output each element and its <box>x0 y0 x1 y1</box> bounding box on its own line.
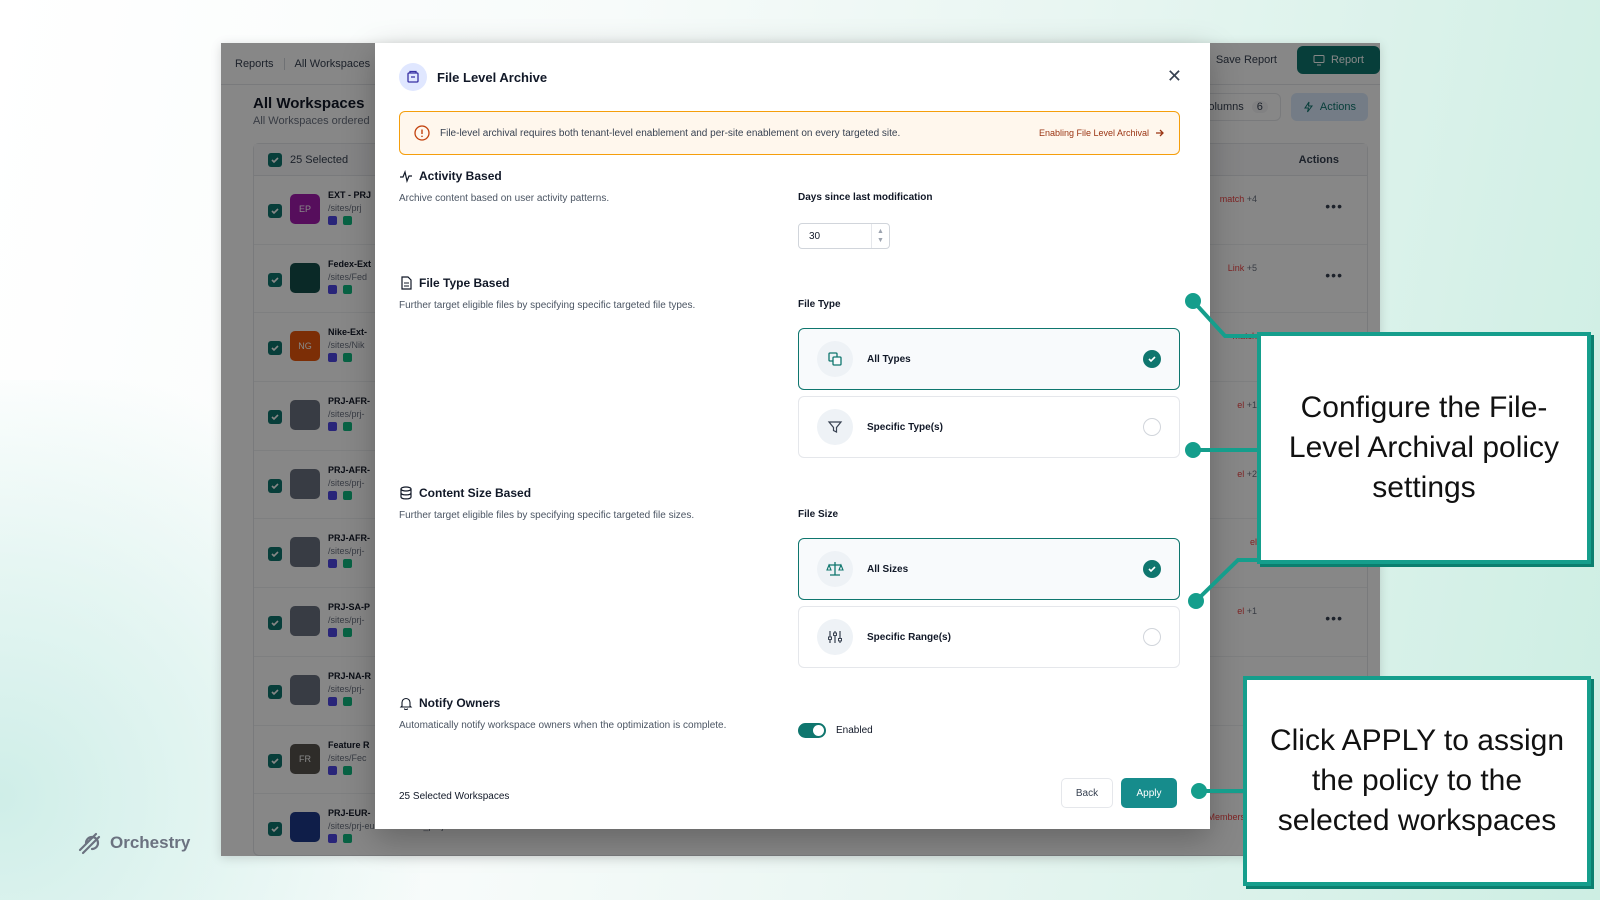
toggle-label: Enabled <box>836 725 873 736</box>
arrow-right-icon <box>1156 129 1164 137</box>
notify-description: Automatically notify workspace owners wh… <box>399 720 727 731</box>
option-label: Specific Range(s) <box>867 631 951 643</box>
stepper-down-icon[interactable]: ▼ <box>877 237 884 244</box>
callout-configure-settings: Configure the File-Level Archival policy… <box>1257 332 1591 564</box>
days-label: Days since last modification <box>798 192 933 203</box>
back-button[interactable]: Back <box>1061 778 1113 808</box>
toggle-switch[interactable] <box>798 723 826 738</box>
alert-icon <box>414 125 430 141</box>
notify-section-title: Notify Owners <box>399 696 500 710</box>
activity-title: Activity Based <box>419 169 502 183</box>
sliders-icon <box>817 619 853 655</box>
option-label: All Sizes <box>867 563 909 575</box>
orchestry-logo-icon <box>78 832 101 855</box>
notify-toggle[interactable]: Enabled <box>798 723 873 738</box>
modal-header: File Level Archive <box>399 63 547 91</box>
activity-section-title: Activity Based <box>399 169 502 183</box>
close-icon[interactable]: ✕ <box>1167 67 1182 85</box>
selected-workspaces-count: 25 Selected Workspaces <box>399 791 510 802</box>
file-size-label: File Size <box>798 509 839 520</box>
modal-title: File Level Archive <box>437 69 548 85</box>
archive-icon <box>399 63 427 91</box>
database-icon <box>400 486 412 500</box>
selected-check-icon <box>1143 350 1161 368</box>
brand-name: Orchestry <box>110 833 191 852</box>
file-type-description: Further target eligible files by specify… <box>399 300 696 311</box>
activity-icon <box>400 169 412 183</box>
days-value: 30 <box>809 231 821 242</box>
days-input[interactable]: 30 ▲ ▼ <box>798 223 890 249</box>
filter-icon <box>817 409 853 445</box>
file-level-archive-modal: File Level Archive ✕ File-level archival… <box>375 43 1210 829</box>
enabling-archival-link[interactable]: Enabling File Level Archival <box>1039 128 1165 138</box>
stepper-up-icon[interactable]: ▲ <box>877 228 884 235</box>
content-size-description: Further target eligible files by specify… <box>399 510 695 521</box>
file-type-label: File Type <box>798 299 841 310</box>
brand-logo: Orchestry <box>76 830 190 856</box>
apply-button[interactable]: Apply <box>1121 778 1177 808</box>
warning-banner: File-level archival requires both tenant… <box>399 111 1180 155</box>
activity-description: Archive content based on user activity p… <box>399 193 610 204</box>
option-all-types[interactable]: All Types <box>798 328 1180 390</box>
copy-icon <box>817 341 853 377</box>
days-stepper[interactable]: ▲ ▼ <box>871 224 889 248</box>
option-all-sizes[interactable]: All Sizes <box>798 538 1180 600</box>
notify-title: Notify Owners <box>419 696 501 710</box>
content-size-section-title: Content Size Based <box>399 486 531 500</box>
option-specific-ranges[interactable]: Specific Range(s) <box>798 606 1180 668</box>
option-specific-types[interactable]: Specific Type(s) <box>798 396 1180 458</box>
option-label: All Types <box>867 353 911 365</box>
file-icon <box>401 276 412 290</box>
scale-icon <box>817 551 853 587</box>
file-type-title: File Type Based <box>419 276 510 290</box>
warning-link-label: Enabling File Level Archival <box>1038 128 1149 138</box>
selected-check-icon <box>1143 560 1161 578</box>
option-label: Specific Type(s) <box>867 421 943 433</box>
warning-text: File-level archival requires both tenant… <box>440 127 901 139</box>
content-size-title: Content Size Based <box>419 486 532 500</box>
callout-click-apply: Click APPLY to assign the policy to the … <box>1243 676 1591 886</box>
bell-icon <box>399 697 413 710</box>
radio-button[interactable] <box>1143 418 1161 436</box>
file-type-section-title: File Type Based <box>399 276 509 290</box>
radio-button[interactable] <box>1143 628 1161 646</box>
